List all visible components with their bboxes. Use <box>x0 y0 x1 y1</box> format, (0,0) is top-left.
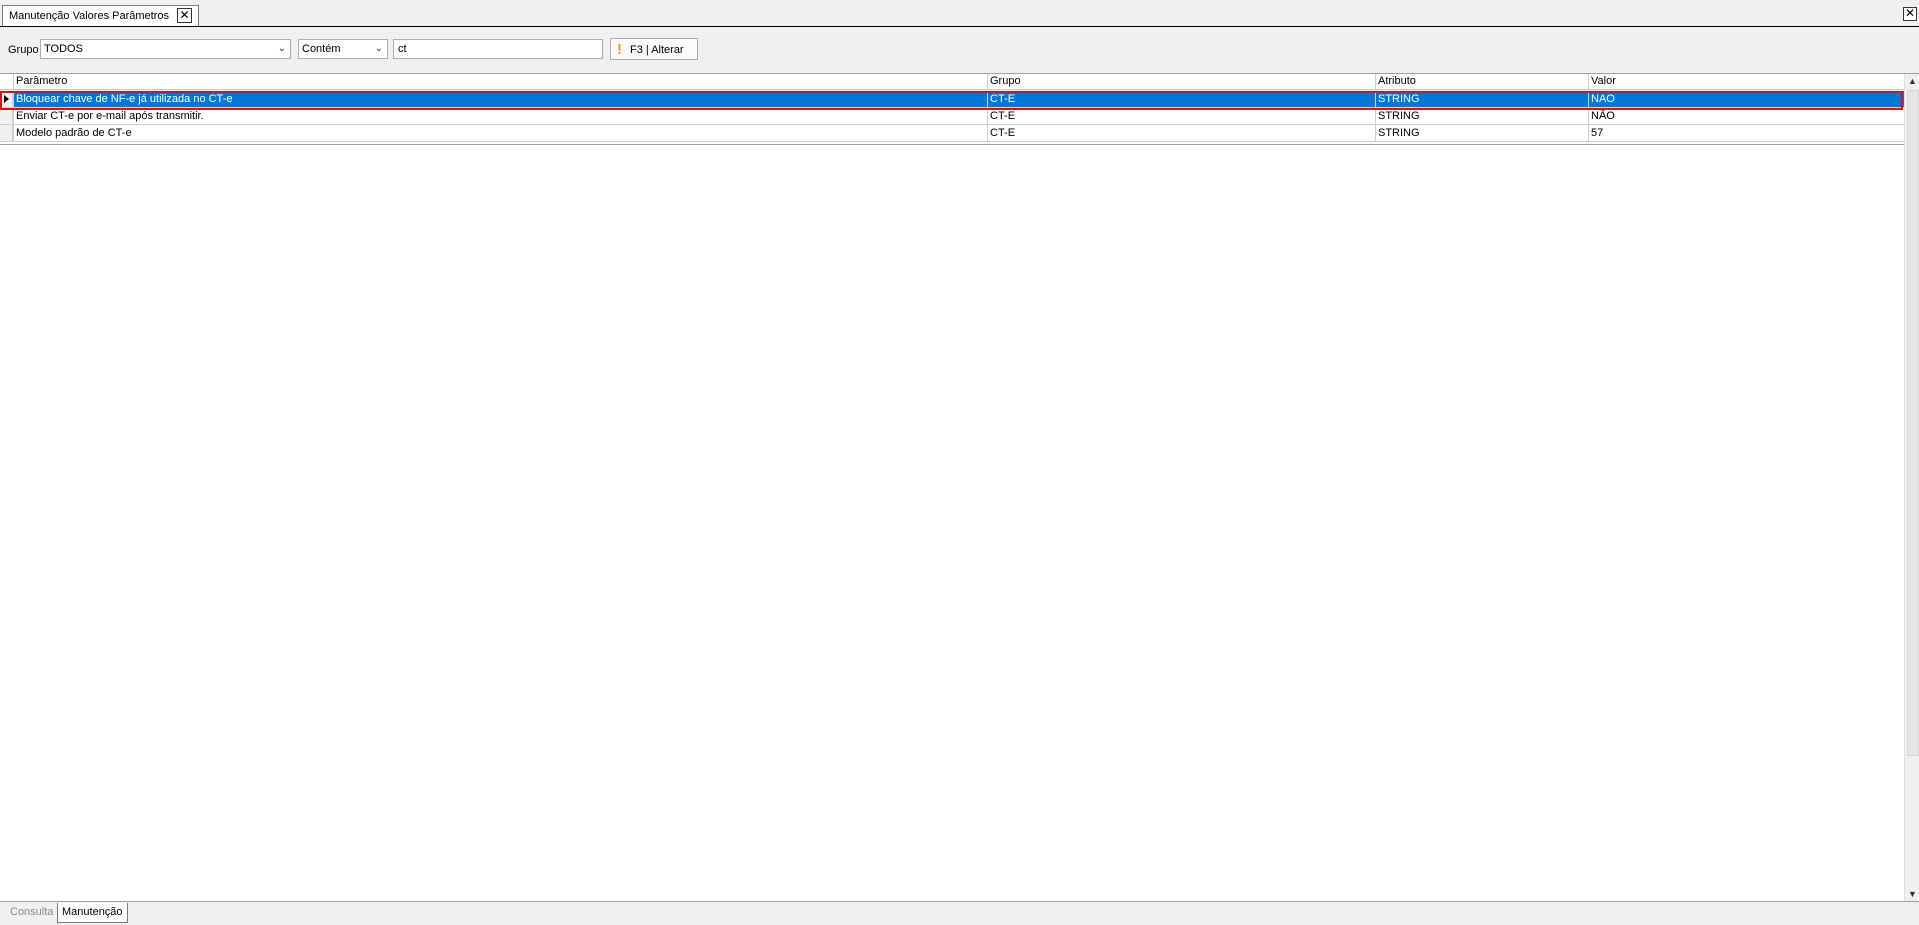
column-header-grupo[interactable]: Grupo <box>987 74 1375 89</box>
grupo-select[interactable]: TODOS ⌄ <box>40 39 291 59</box>
parametros-grid: Parâmetro Grupo Atributo Valor Bloquear … <box>0 73 1919 902</box>
table-row[interactable]: Bloquear chave de NF-e já utilizada no C… <box>0 91 1904 108</box>
alterar-button[interactable]: ! F3 | Alterar <box>610 38 698 60</box>
grupo-label: Grupo <box>8 44 39 56</box>
alterar-button-label: F3 | Alterar <box>630 44 684 56</box>
document-tab-bar: Manutenção Valores Parâmetros ✕ ✕ <box>0 0 1919 27</box>
scroll-up-icon[interactable]: ▲ <box>1905 74 1919 89</box>
tab-manutencao-valores-parametros[interactable]: Manutenção Valores Parâmetros ✕ <box>2 5 199 26</box>
close-icon[interactable]: ✕ <box>1903 7 1917 21</box>
cell-atributo[interactable]: STRING <box>1375 108 1588 125</box>
tab-manutencao[interactable]: Manutenção <box>57 903 128 923</box>
operator-select-value: Contém <box>302 43 341 55</box>
operator-select[interactable]: Contém ⌄ <box>298 39 388 59</box>
column-header-atributo[interactable]: Atributo <box>1375 74 1588 89</box>
column-header-valor[interactable]: Valor <box>1588 74 1904 89</box>
tab-consulta[interactable]: Consulta <box>6 903 57 922</box>
cell-grupo[interactable]: CT-E <box>987 108 1375 125</box>
row-indicator <box>0 125 13 142</box>
cell-valor[interactable]: NAO <box>1588 91 1904 108</box>
warning-icon: ! <box>617 41 622 58</box>
chevron-down-icon: ⌄ <box>277 43 286 54</box>
grid-rows-end-divider <box>0 144 1904 145</box>
column-header-parametro[interactable]: Parâmetro <box>13 74 987 89</box>
search-input[interactable]: ct <box>393 39 603 59</box>
search-input-value: ct <box>398 43 407 55</box>
table-row[interactable]: Enviar CT-e por e-mail após transmitir. … <box>0 108 1904 125</box>
cell-atributo[interactable]: STRING <box>1375 91 1588 108</box>
cell-parametro[interactable]: Modelo padrão de CT-e <box>13 125 987 142</box>
cell-valor[interactable]: 57 <box>1588 125 1904 142</box>
tab-title: Manutenção Valores Parâmetros <box>9 10 169 22</box>
scroll-down-icon[interactable]: ▼ <box>1905 887 1919 902</box>
cell-atributo[interactable]: STRING <box>1375 125 1588 142</box>
row-indicator-icon <box>0 91 13 108</box>
cell-grupo[interactable]: CT-E <box>987 125 1375 142</box>
grid-header: Parâmetro Grupo Atributo Valor <box>0 74 1904 90</box>
cell-parametro[interactable]: Bloquear chave de NF-e já utilizada no C… <box>13 91 987 108</box>
cell-grupo[interactable]: CT-E <box>987 91 1375 108</box>
table-row[interactable]: Modelo padrão de CT-e CT-E STRING 57 <box>0 125 1904 142</box>
row-indicator <box>0 108 13 125</box>
grupo-select-value: TODOS <box>44 43 83 55</box>
scrollbar-thumb[interactable] <box>1907 90 1919 756</box>
vertical-scrollbar[interactable]: ▲ ▼ <box>1904 74 1919 902</box>
header-indicator <box>0 74 13 89</box>
close-icon[interactable]: ✕ <box>177 7 192 23</box>
cell-valor[interactable]: NÃO <box>1588 108 1904 125</box>
cell-parametro[interactable]: Enviar CT-e por e-mail após transmitir. <box>13 108 987 125</box>
bottom-tab-bar: Consulta Manutenção <box>0 901 1919 925</box>
chevron-down-icon: ⌄ <box>374 43 383 54</box>
